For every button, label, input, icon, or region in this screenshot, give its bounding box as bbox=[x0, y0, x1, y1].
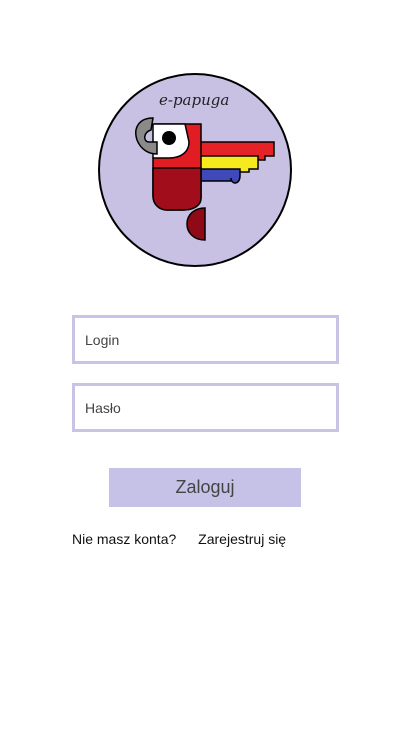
register-prompt: Nie masz konta? Zarejestruj się bbox=[72, 531, 286, 547]
register-link[interactable]: Zarejestruj się bbox=[198, 531, 286, 547]
app-logo: e-papuga bbox=[97, 72, 293, 268]
password-input[interactable] bbox=[72, 383, 339, 432]
parrot-logo-graphic: e-papuga bbox=[98, 73, 292, 267]
login-button[interactable]: Zaloguj bbox=[109, 468, 301, 507]
no-account-question: Nie masz konta? bbox=[72, 531, 177, 547]
logo-text: e-papuga bbox=[159, 91, 229, 109]
login-input[interactable] bbox=[72, 315, 339, 364]
